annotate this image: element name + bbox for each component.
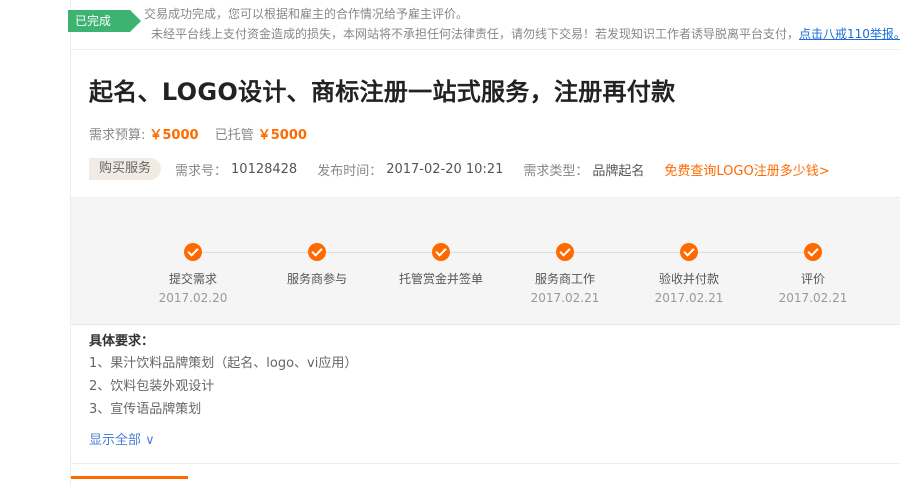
step-providers: 服务商参与 [257, 243, 377, 305]
check-icon [308, 243, 326, 261]
step-date: 2017.02.21 [778, 291, 848, 305]
budget-label: 需求预算: [89, 128, 146, 143]
active-tab-indicator [71, 476, 188, 479]
logo-price-link[interactable]: 免费查询LOGO注册多少钱> [664, 160, 829, 179]
step-label: 提交需求 [168, 272, 217, 286]
status-notice: 已完成 交易成功完成，您可以根据和雇主的合作情况给予雇主评价。 未经平台线上支付… [68, 0, 900, 50]
notice-warning: 未经平台线上支付资金造成的损失，本网站将不承担任何法律责任，请勿线下交易！若发现… [151, 25, 900, 42]
requirements-list: 1、果汁饮料品牌策划（起名、logo、vi应用） 2、饮料包装外观设计 3、宣传… [89, 355, 357, 424]
task-card: 已完成 交易成功完成，您可以根据和雇主的合作情况给予雇主评价。 未经平台线上支付… [68, 0, 900, 486]
step-date [257, 291, 377, 305]
step-submit: 提交需求 2017.02.20 [133, 243, 253, 305]
type-label: 需求类型： [523, 163, 589, 179]
list-item: 3、宣传语品牌策划 [89, 402, 202, 417]
step-label: 服务商参与 [286, 272, 347, 286]
budget-row: 需求预算: ￥5000 已托管 ￥5000 [89, 124, 307, 143]
step-review: 评价 2017.02.21 [753, 243, 873, 305]
step-label: 托管赏金并签单 [398, 272, 483, 286]
escrow-label: 已托管 [214, 128, 254, 143]
escrow-amount: ￥5000 [257, 128, 307, 143]
buy-service-tag: 购买服务 [89, 158, 162, 180]
notice-warning-text: 未经平台线上支付资金造成的损失，本网站将不承担任何法律责任，请勿线下交易！若发现… [151, 27, 800, 41]
step-label: 验收并付款 [658, 272, 719, 286]
step-date: 2017.02.21 [654, 291, 724, 305]
show-all-link[interactable]: 显示全部 ∨ [89, 429, 155, 448]
step-escrow: 托管赏金并签单 [381, 243, 501, 305]
check-icon [804, 243, 822, 261]
divider [71, 463, 900, 464]
report-link[interactable]: 点击八戒110举报。 [799, 27, 900, 41]
notice-text: 交易成功完成，您可以根据和雇主的合作情况给予雇主评价。 [144, 7, 469, 21]
check-icon [680, 243, 698, 261]
time-label: 发布时间： [317, 163, 383, 179]
step-date [381, 291, 501, 305]
step-accept: 验收并付款 2017.02.21 [629, 243, 749, 305]
type-value: 品牌起名 [592, 163, 645, 179]
list-item: 2、饮料包装外观设计 [89, 379, 215, 394]
list-item: 1、果汁饮料品牌策划（起名、logo、vi应用） [89, 356, 358, 371]
budget-amount: ￥5000 [149, 128, 199, 143]
check-icon [184, 243, 202, 261]
progress-tracker: 提交需求 2017.02.20 服务商参与 托管赏金并签单 服务商工作 2017… [71, 197, 900, 325]
left-gutter [0, 0, 70, 486]
check-icon [432, 243, 450, 261]
step-work: 服务商工作 2017.02.21 [505, 243, 625, 305]
requirements-title: 具体要求： [89, 334, 155, 349]
step-label: 评价 [800, 272, 825, 286]
time-value: 2017-02-20 10:21 [386, 161, 504, 177]
status-badge: 已完成 [68, 10, 141, 32]
meta-row: 购买服务 需求号： 10128428 发布时间： 2017-02-20 10:2… [89, 158, 830, 180]
id-label: 需求号： [175, 163, 228, 179]
page-title: 起名、LOGO设计、商标注册一站式服务，注册再付款 [89, 78, 676, 106]
step-date: 2017.02.21 [530, 291, 600, 305]
step-date: 2017.02.20 [158, 291, 228, 305]
id-value: 10128428 [231, 161, 298, 177]
check-icon [556, 243, 574, 261]
step-label: 服务商工作 [534, 272, 595, 286]
